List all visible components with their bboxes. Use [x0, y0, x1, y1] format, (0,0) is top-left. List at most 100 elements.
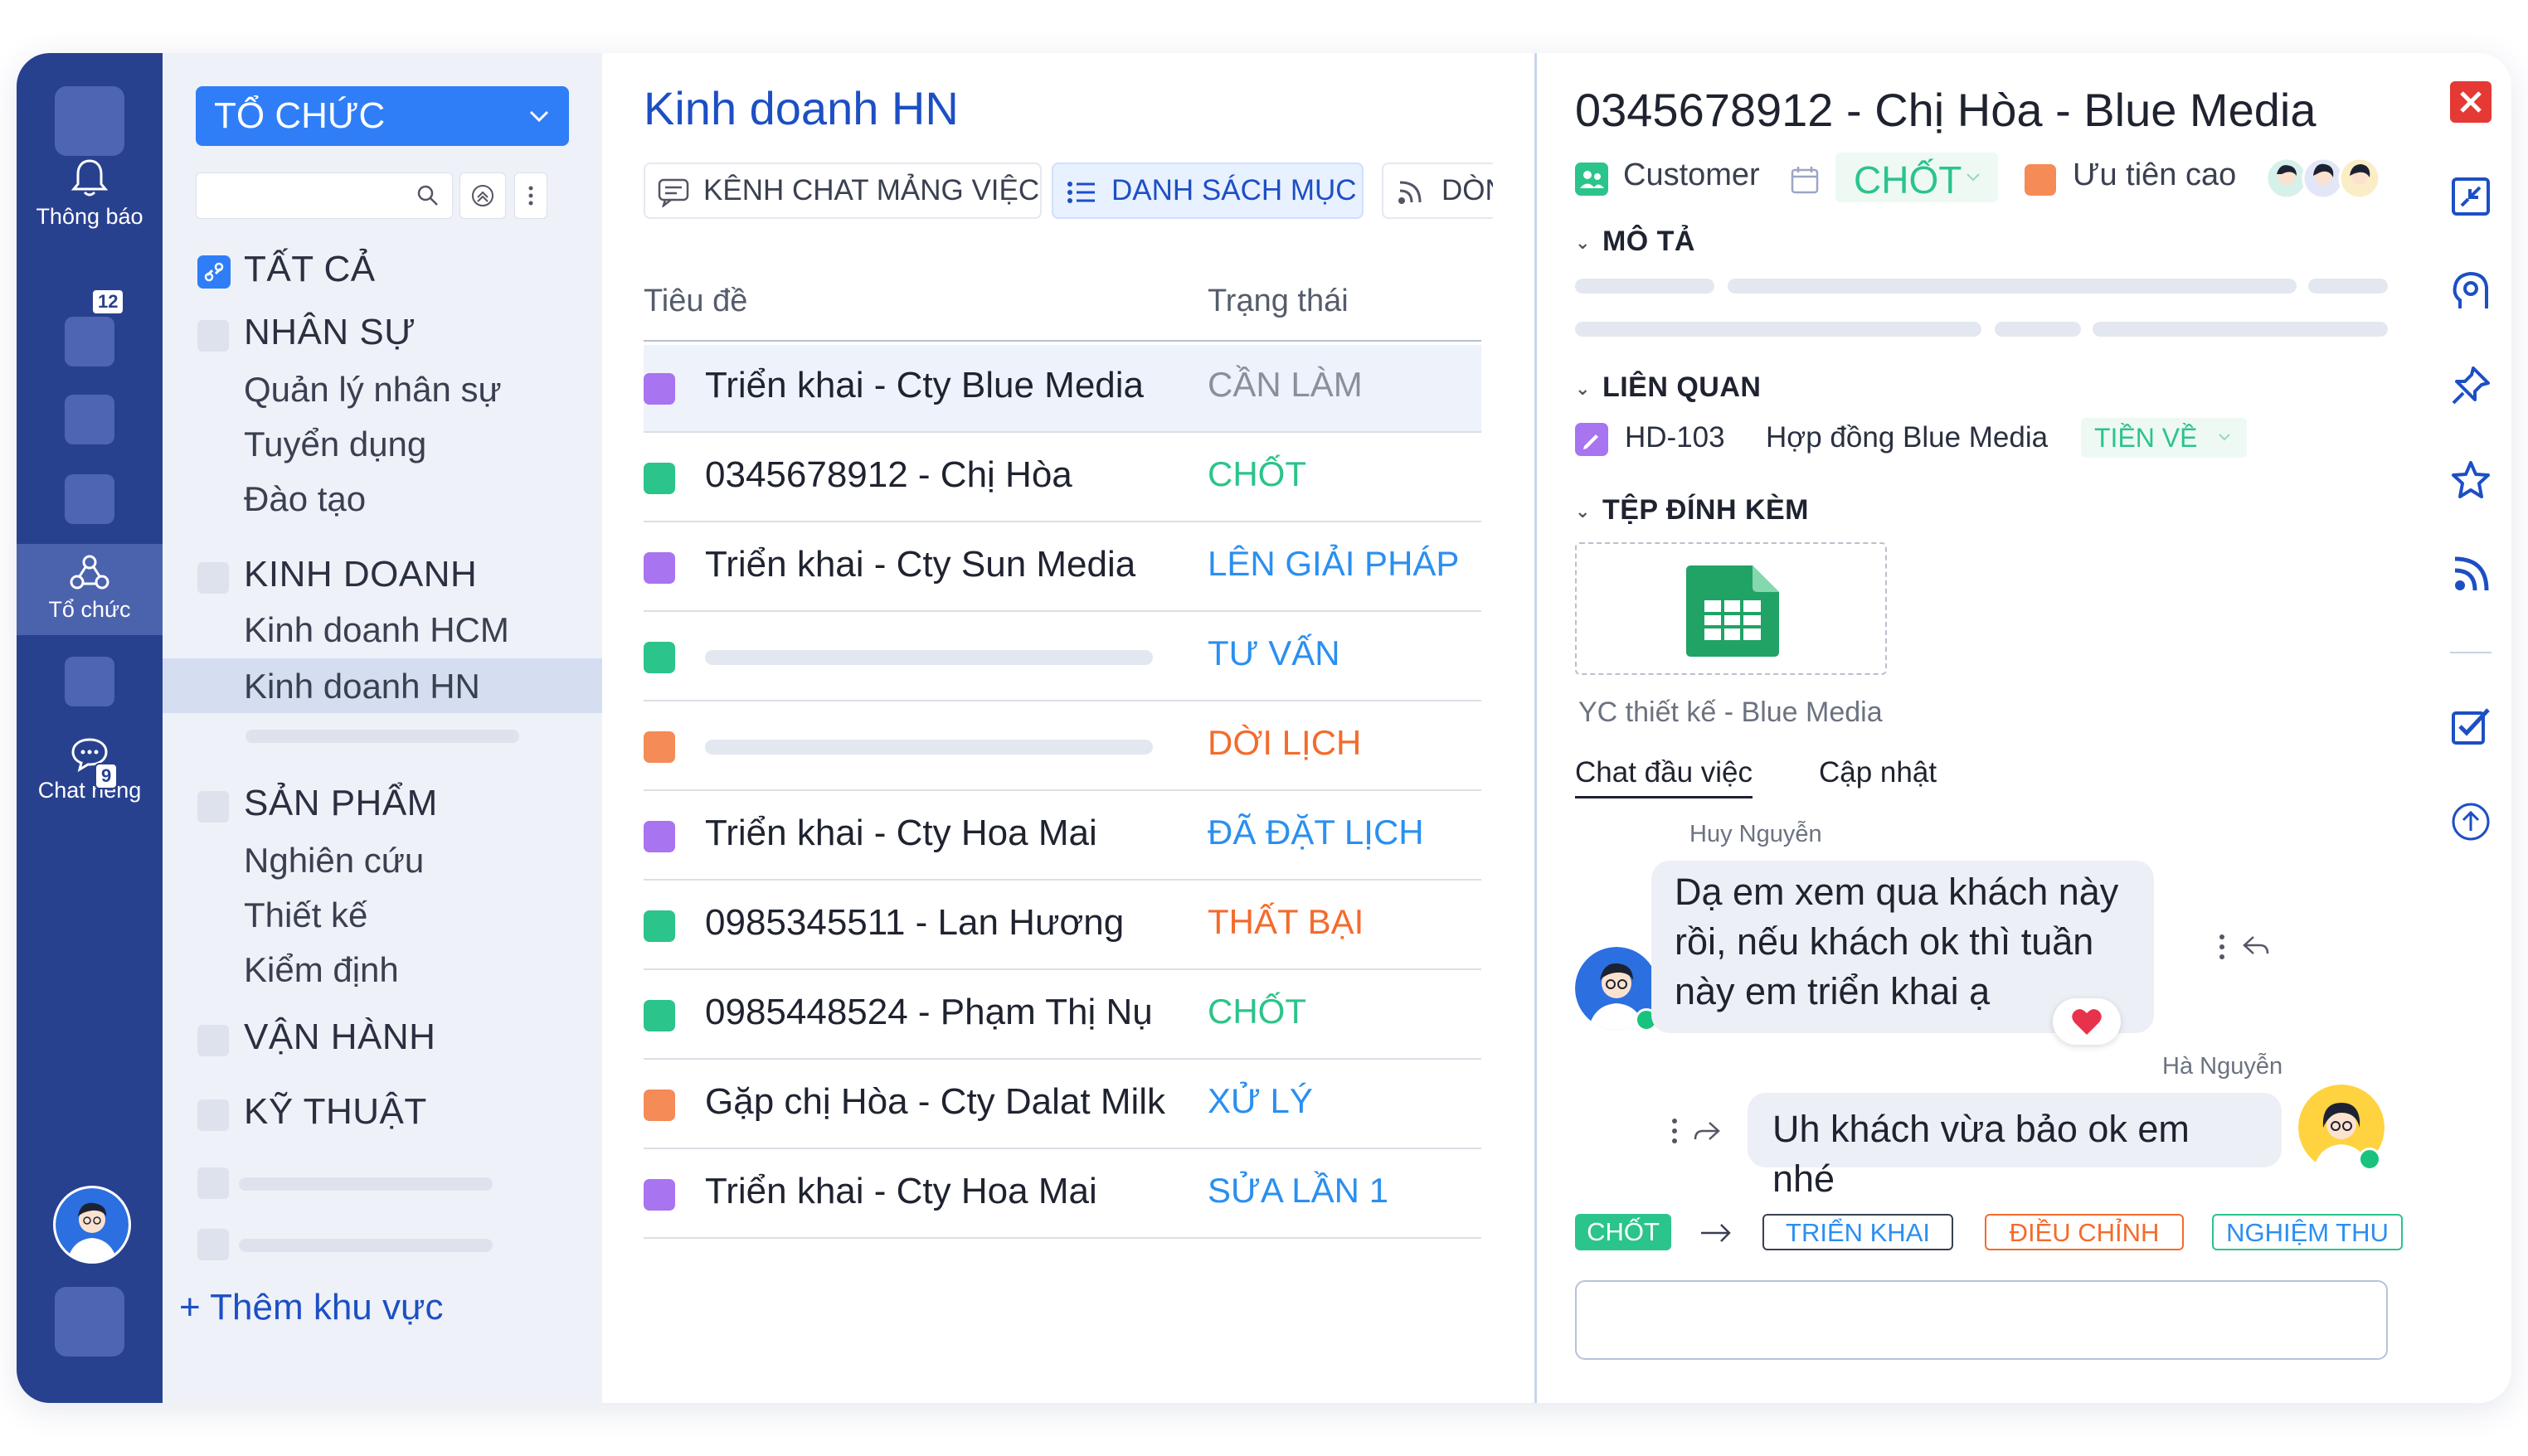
section-van-hanh[interactable]: VẬN HÀNH [244, 1017, 435, 1058]
tab-task-chat[interactable]: Chat đầu việc [1575, 756, 1753, 798]
detail-status-label: CHỐT [1854, 158, 1962, 201]
row-status[interactable]: ĐÃ ĐẶT LỊCH [1208, 813, 1424, 852]
organization-icon [70, 555, 109, 590]
message-input[interactable] [1575, 1280, 2388, 1360]
column-header-title[interactable]: Tiêu đề [644, 284, 747, 319]
related-name[interactable]: Hợp đồng Blue Media [1766, 421, 2048, 454]
tab-chat-channel[interactable]: KÊNH CHAT MẢNG VIỆC [644, 163, 1042, 219]
table-row[interactable]: Triển khai - Cty Hoa Mai ĐÃ ĐẶT LỊCH [644, 793, 1481, 881]
section-ky-thuat[interactable]: KỸ THUẬT [244, 1091, 427, 1133]
table-row[interactable]: 0345678912 - Chị Hòa CHỐT [644, 434, 1481, 522]
table-row[interactable]: Triển khai - Cty Sun Media LÊN GIẢI PHÁP [644, 524, 1481, 612]
attachment-name[interactable]: YC thiết kế - Blue Media [1578, 696, 1883, 729]
sidebar-item-kinh-doanh-hcm[interactable]: Kinh doanh HCM [244, 610, 509, 650]
sidebar-search-input[interactable] [196, 172, 453, 219]
row-status[interactable]: DỜI LỊCH [1208, 723, 1361, 763]
sidebar-item-kinh-doanh-hn[interactable]: Kinh doanh HN [244, 667, 480, 706]
detail-status-select[interactable]: CHỐT [1835, 153, 1998, 202]
workflow-next-trien-khai[interactable]: TRIỂN KHAI [1762, 1214, 1953, 1250]
description-section-header[interactable]: ⌄ MÔ TẢ [1575, 226, 1695, 258]
related-code[interactable]: HD-103 [1625, 421, 1725, 454]
table-row[interactable]: Gặp chị Hòa - Cty Dalat Milk XỬ LÝ [644, 1061, 1481, 1149]
user-avatar[interactable] [53, 1186, 131, 1264]
section-checkbox[interactable] [197, 562, 229, 594]
row-title: 0985448524 - Phạm Thị Nụ [705, 992, 1153, 1032]
rail-organization[interactable]: Tổ chức [17, 554, 163, 623]
column-header-status[interactable]: Trạng thái [1208, 284, 1349, 319]
row-status[interactable]: CHỐT [1208, 454, 1306, 494]
sidebar-item-quan-ly-nhan-su[interactable]: Quản lý nhân sự [244, 370, 502, 410]
more-vertical-icon[interactable] [1670, 1116, 1680, 1146]
table-row[interactable]: DỜI LỊCH [644, 703, 1481, 791]
row-status[interactable]: CẦN LÀM [1208, 365, 1363, 405]
section-checkbox[interactable] [197, 1025, 229, 1056]
rail-notifications[interactable]: Thông báo [17, 158, 163, 230]
attachment-tile[interactable] [1575, 542, 1887, 675]
section-nhan-su[interactable]: NHÂN SỰ [244, 312, 416, 353]
section-kinh-doanh[interactable]: KINH DOANH [244, 554, 477, 595]
table-row[interactable]: Triển khai - Cty Hoa Mai SỬA LẦN 1 [644, 1151, 1481, 1239]
reaction-heart[interactable] [2053, 998, 2121, 1045]
table-row[interactable]: 0985448524 - Phạm Thị Nụ CHỐT [644, 972, 1481, 1060]
reply-icon[interactable] [2242, 934, 2270, 959]
sidebar-item-thiet-ke[interactable]: Thiết kế [244, 895, 367, 935]
rail-slot-3[interactable] [65, 474, 114, 524]
row-status[interactable]: THẤT BẠI [1208, 902, 1364, 942]
left-rail: Thông báo 12 Tổ chức Chat riêng 9 [17, 53, 163, 1403]
table-row[interactable]: 0985345511 - Lan Hương THẤT BẠI [644, 882, 1481, 970]
scroll-top-button[interactable] [2450, 801, 2492, 842]
table-row[interactable]: Triển khai - Cty Blue Media CẦN LÀM [644, 345, 1481, 433]
workflow-next-dieu-chinh[interactable]: ĐIỀU CHỈNH [1985, 1214, 2184, 1250]
favorite-button[interactable] [2450, 459, 2492, 501]
rail-slot-1[interactable] [65, 317, 114, 366]
rail-slot-4[interactable] [65, 657, 114, 706]
attachments-section-header[interactable]: ⌄ TỆP ĐÍNH KÈM [1575, 494, 1809, 527]
row-status[interactable]: XỬ LÝ [1208, 1081, 1313, 1121]
tab-feed[interactable]: DÒN [1382, 163, 1493, 219]
sidebar-item-tuyen-dung[interactable]: Tuyển dụng [244, 425, 426, 464]
sidebar-all[interactable]: TẤT CẢ [244, 249, 376, 290]
add-area-link[interactable]: + Thêm khu vực [179, 1287, 443, 1328]
organization-select[interactable]: TỔ CHỨC [196, 86, 569, 146]
workflow-current-status[interactable]: CHỐT [1575, 1214, 1671, 1250]
rail-bottom-slot[interactable] [55, 1287, 124, 1357]
table-row[interactable]: TƯ VẤN [644, 614, 1481, 701]
section-checkbox[interactable] [197, 791, 229, 823]
section-checkbox[interactable] [197, 1229, 229, 1260]
row-status[interactable]: SỬA LẦN 1 [1208, 1171, 1388, 1211]
row-status[interactable]: LÊN GIẢI PHÁP [1208, 544, 1459, 584]
message-author: Huy Nguyễn [1689, 821, 1822, 847]
sidebar-more-button[interactable] [514, 172, 547, 219]
forward-icon[interactable] [1693, 1119, 1721, 1144]
tab-updates[interactable]: Cập nhật [1819, 756, 1937, 789]
detail-type[interactable]: Customer [1623, 158, 1760, 193]
rail-chat[interactable]: Chat riêng [17, 736, 163, 803]
row-status[interactable]: CHỐT [1208, 992, 1306, 1031]
close-button[interactable] [2450, 81, 2492, 123]
sidebar-item-dao-tao[interactable]: Đào tạo [244, 479, 366, 519]
workspace-logo[interactable] [55, 86, 124, 156]
more-vertical-icon[interactable] [2217, 932, 2227, 962]
sidebar-item-kiem-dinh[interactable]: Kiểm định [244, 950, 399, 990]
description-placeholder [1575, 279, 1714, 294]
related-section-header[interactable]: ⌄ LIÊN QUAN [1575, 371, 1761, 404]
feed-button[interactable] [2450, 554, 2492, 595]
calendar-icon[interactable] [1789, 164, 1821, 196]
assignee-avatars[interactable] [2265, 156, 2389, 201]
collapse-all-button[interactable] [459, 172, 506, 219]
assign-button[interactable] [2450, 270, 2492, 312]
section-checkbox[interactable] [197, 1167, 229, 1199]
tab-item-list[interactable]: DANH SÁCH MỤC [1052, 163, 1364, 219]
detail-priority[interactable]: Ưu tiên cao [2073, 158, 2236, 193]
section-checkbox[interactable] [197, 320, 229, 352]
row-status[interactable]: TƯ VẤN [1208, 633, 1340, 673]
workflow-next-nghiem-thu[interactable]: NGHIỆM THU [2212, 1214, 2403, 1250]
section-checkbox[interactable] [197, 1099, 229, 1131]
pin-button[interactable] [2450, 365, 2492, 406]
minimize-button[interactable] [2450, 176, 2492, 217]
rail-slot-2[interactable] [65, 395, 114, 444]
section-san-pham[interactable]: SẢN PHẨM [244, 783, 438, 824]
related-status-select[interactable]: TIỀN VỀ [2081, 418, 2247, 458]
sidebar-item-nghien-cuu[interactable]: Nghiên cứu [244, 841, 424, 881]
tasks-button[interactable] [2450, 705, 2492, 746]
